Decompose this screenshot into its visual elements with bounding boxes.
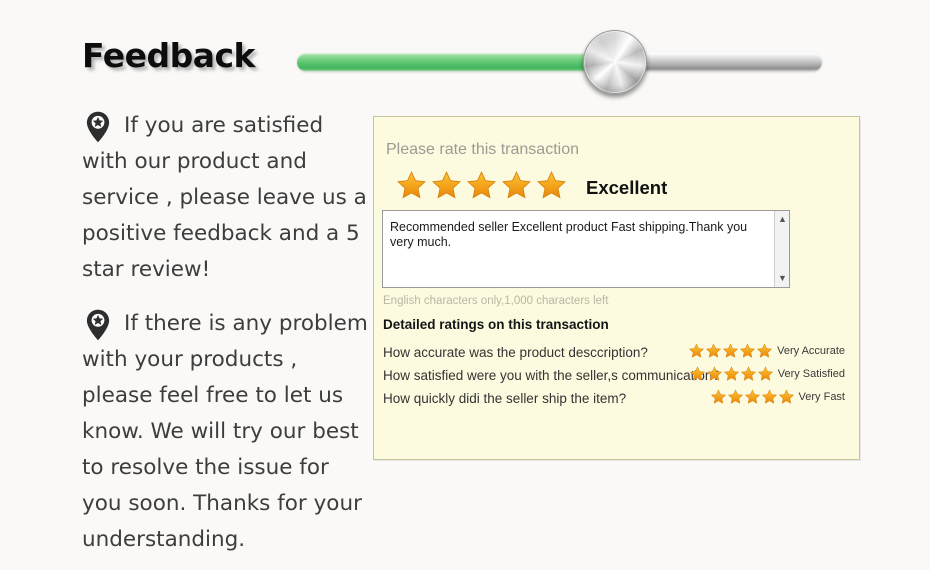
rating-stars[interactable] [689,366,774,382]
header: Feedback [0,0,930,100]
feedback-card: Please rate this transaction Excellent R… [373,116,860,460]
star-icon[interactable] [739,343,756,359]
overall-rating-stars[interactable] [395,170,568,201]
rating-question: How accurate was the product desccriptio… [383,345,648,360]
chevron-down-icon[interactable]: ▼ [775,271,790,286]
character-count-hint: English characters only,1,000 characters… [383,295,609,307]
progress-slider[interactable] [297,30,822,94]
rate-prompt-label: Please rate this transaction [386,141,579,158]
rating-question: How quickly didi the seller ship the ite… [383,391,627,406]
rating-question: How satisfied were you with the seller,s… [383,368,720,383]
star-icon[interactable] [778,389,795,405]
star-icon[interactable] [761,389,778,405]
star-icon[interactable] [727,389,744,405]
table-row: How accurate was the product desccriptio… [383,343,853,366]
map-pin-star-icon [86,309,110,341]
comment-textarea[interactable]: Recommended seller Excellent product Fas… [382,210,790,288]
table-row: How satisfied were you with the seller,s… [383,366,853,389]
list-item-text: If you are satisfied with our product an… [82,113,374,282]
comment-text-value[interactable]: Recommended seller Excellent product Fas… [390,220,769,250]
star-icon[interactable] [688,343,705,359]
comment-scrollbar[interactable]: ▲ ▼ [774,211,789,287]
feedback-banner: Feedback If you are satisfied with our p… [0,0,930,552]
slider-fill [297,53,617,71]
star-icon[interactable] [535,170,568,201]
star-icon[interactable] [757,366,774,382]
star-icon[interactable] [710,389,727,405]
map-pin-star-icon [86,111,110,143]
rating-verdict-label: Excellent [586,177,668,198]
star-icon[interactable] [722,343,739,359]
list-item: If you are satisfied with our product an… [82,108,372,288]
star-icon[interactable] [430,170,463,201]
chevron-up-icon[interactable]: ▲ [775,212,790,227]
rating-stars[interactable] [710,389,795,405]
star-icon[interactable] [500,170,533,201]
list-item: If there is any problem with your produc… [82,306,372,558]
detailed-ratings-list: How accurate was the product desccriptio… [383,343,853,412]
star-icon[interactable] [706,366,723,382]
star-icon[interactable] [705,343,722,359]
rating-label: Very Accurate [777,345,845,357]
star-icon[interactable] [756,343,773,359]
table-row: How quickly didi the seller ship the ite… [383,389,853,412]
star-icon[interactable] [465,170,498,201]
slider-knob-icon[interactable] [583,30,647,94]
detailed-ratings-heading: Detailed ratings on this transaction [383,317,609,332]
rating-label: Very Satisfied [777,368,845,380]
star-icon[interactable] [740,366,757,382]
star-icon[interactable] [689,366,706,382]
star-icon[interactable] [395,170,428,201]
list-item-text: If there is any problem with your produc… [82,311,375,552]
page-title: Feedback [82,36,256,75]
star-icon[interactable] [744,389,761,405]
rating-label: Very Fast [798,391,845,403]
rating-stars[interactable] [688,343,773,359]
star-icon[interactable] [723,366,740,382]
info-list: If you are satisfied with our product an… [82,108,372,570]
